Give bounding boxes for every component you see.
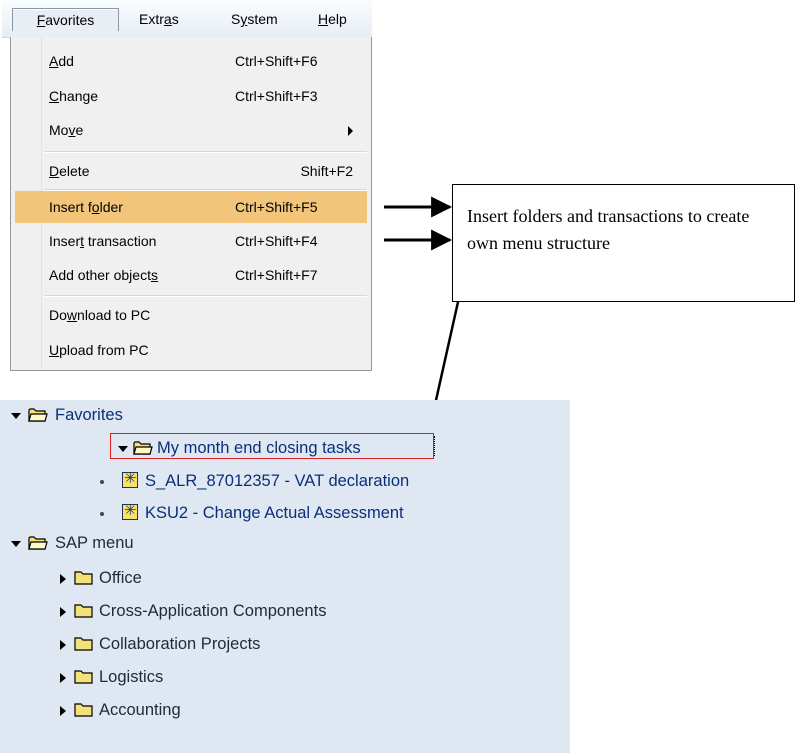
menu-item-label: Insert folder	[49, 199, 123, 215]
tree-node-logistics[interactable]: Logistics	[0, 664, 560, 692]
menu-help-label-rest: elp	[328, 11, 347, 27]
menu-item-move[interactable]: Move	[15, 114, 367, 146]
annotation-callout: Insert folders and transactions to creat…	[452, 184, 795, 302]
tree-node-label: Cross-Application Components	[99, 602, 327, 620]
selected-node-focus-box	[110, 433, 435, 459]
menu-separator	[45, 151, 367, 153]
menu-item-label: Upload from PC	[49, 342, 149, 358]
menu-item-add[interactable]: Add Ctrl+Shift+F6	[15, 45, 367, 77]
tree-node-favorites[interactable]: Favorites	[0, 402, 560, 430]
bullet-icon	[100, 512, 104, 516]
menu-item-insert-transaction[interactable]: Insert transaction Ctrl+Shift+F4	[15, 225, 367, 257]
favorites-dropdown: Add Ctrl+Shift+F6 Change Ctrl+Shift+F3 M…	[10, 37, 372, 371]
expand-icon[interactable]	[60, 574, 66, 584]
bullet-icon	[100, 480, 104, 484]
menu-favorites-label-rest: avorites	[45, 12, 95, 28]
menu-extras[interactable]: Extras	[139, 8, 179, 30]
menu-help[interactable]: Help	[318, 8, 347, 30]
folder-icon	[74, 604, 93, 618]
menu-item-shortcut: Ctrl+Shift+F7	[235, 267, 318, 283]
menu-system-label-b: stem	[247, 11, 278, 27]
folder-icon	[74, 703, 93, 717]
tree-node-transaction[interactable]: ✳ KSU2 - Change Actual Assessment	[0, 500, 570, 528]
menu-help-mnemonic: H	[318, 11, 329, 27]
expand-icon[interactable]	[60, 640, 66, 650]
tree-node-label: Accounting	[99, 701, 181, 719]
menu-item-add-other-objects[interactable]: Add other objects Ctrl+Shift+F7	[15, 259, 367, 291]
submenu-arrow-icon	[348, 126, 353, 136]
menu-favorites-mnemonic: F	[36, 12, 46, 28]
folder-icon	[74, 670, 93, 684]
tree-node-accounting[interactable]: Accounting	[0, 697, 560, 725]
menu-item-label: Move	[49, 122, 84, 138]
menu-item-label: Download to PC	[49, 307, 151, 323]
folder-icon	[74, 571, 93, 585]
menu-extras-label-a: Extr	[139, 11, 164, 27]
menu-item-insert-folder[interactable]: Insert folder Ctrl+Shift+F5	[15, 191, 367, 223]
tree-node-label: SAP menu	[55, 534, 134, 552]
menu-system[interactable]: System	[231, 8, 278, 30]
menu-system-label-a: S	[231, 11, 241, 27]
transaction-icon: ✳	[122, 502, 138, 520]
menu-item-label: Add	[49, 53, 74, 69]
tree-node-label: Office	[99, 569, 142, 587]
menu-item-shortcut: Ctrl+Shift+F5	[235, 199, 318, 215]
callout-text: Insert folders and transactions to creat…	[467, 206, 750, 253]
menu-item-label: Add other objects	[49, 267, 158, 283]
menu-favorites[interactable]: Favorites	[12, 8, 119, 31]
tree-node-cross-application[interactable]: Cross-Application Components	[0, 598, 560, 626]
tree-node-office[interactable]: Office	[0, 565, 560, 593]
menu-item-shortcut: Shift+F2	[300, 163, 353, 179]
menu-item-shortcut: Ctrl+Shift+F3	[235, 88, 318, 104]
menu-separator	[45, 295, 367, 297]
menu-extras-mnemonic: a	[163, 11, 172, 27]
collapse-icon[interactable]	[11, 413, 21, 419]
tree-node-label: Logistics	[99, 668, 164, 686]
tree-node-sap-menu[interactable]: SAP menu	[0, 530, 560, 558]
tree-node-label: S_ALR_87012357 - VAT declaration	[145, 472, 410, 490]
tree-node-label: Favorites	[55, 406, 123, 424]
tree-node-transaction[interactable]: ✳ S_ALR_87012357 - VAT declaration	[0, 468, 570, 496]
menu-item-label: Insert transaction	[49, 233, 157, 249]
menu-item-label: Delete	[49, 163, 90, 179]
collapse-icon[interactable]	[11, 541, 21, 547]
menu-item-download-to-pc[interactable]: Download to PC	[15, 299, 367, 331]
tree-node-label: Collaboration Projects	[99, 635, 261, 653]
tree-node-collaboration-projects[interactable]: Collaboration Projects	[0, 631, 560, 659]
open-folder-icon	[28, 408, 48, 422]
menu-item-change[interactable]: Change Ctrl+Shift+F3	[15, 80, 367, 112]
expand-icon[interactable]	[60, 706, 66, 716]
expand-icon[interactable]	[60, 607, 66, 617]
folder-icon	[74, 637, 93, 651]
menu-item-upload-from-pc[interactable]: Upload from PC	[15, 334, 367, 366]
menu-extras-label-b: s	[171, 11, 179, 27]
menu-item-shortcut: Ctrl+Shift+F4	[235, 233, 318, 249]
menu-bar: Favorites Extras System Help	[2, 0, 372, 38]
menu-item-delete[interactable]: Delete Shift+F2	[15, 155, 367, 187]
menu-item-shortcut: Ctrl+Shift+F6	[235, 53, 318, 69]
expand-icon[interactable]	[60, 673, 66, 683]
transaction-icon: ✳	[122, 470, 138, 488]
open-folder-icon	[28, 536, 48, 550]
tree-node-label: KSU2 - Change Actual Assessment	[145, 504, 404, 522]
menu-item-label: Change	[49, 88, 99, 104]
